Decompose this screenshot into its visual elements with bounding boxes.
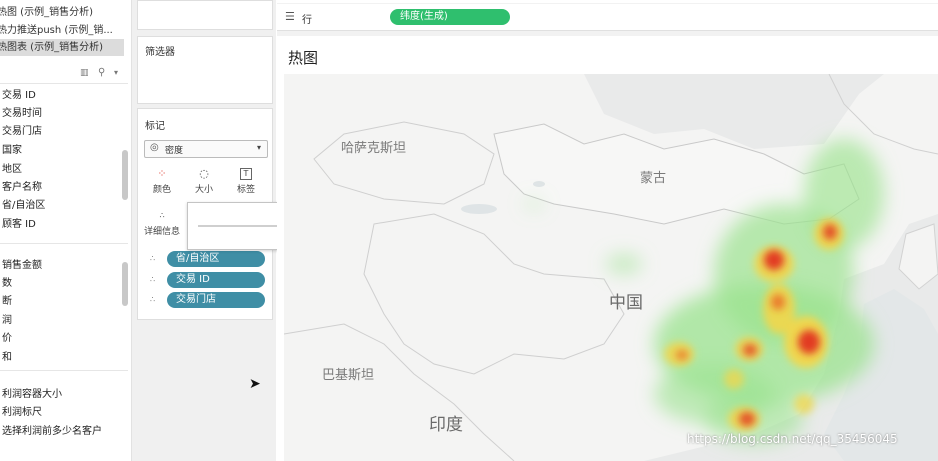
marks-pill-province[interactable]: 省/自治区 xyxy=(167,251,265,267)
heat-map[interactable]: 哈萨克斯坦 蒙古 中国 巴基斯坦 印度 xyxy=(284,74,938,461)
columns-shelf-edge xyxy=(277,0,938,3)
search-icon[interactable]: ⚲ xyxy=(98,67,105,78)
chevron-down-icon: ▾ xyxy=(257,143,262,152)
cursor-icon: ➤ xyxy=(249,376,261,392)
sheet-title: 热图 xyxy=(288,49,319,67)
parameter-field[interactable]: 利润容器大小 xyxy=(2,386,62,404)
dimension-field[interactable]: 顾客 ID xyxy=(2,216,36,234)
divider xyxy=(0,83,128,84)
color-button[interactable]: ⁘ 颜色 xyxy=(144,163,180,197)
dimension-field[interactable]: 交易门店 xyxy=(2,123,42,141)
divider xyxy=(0,243,128,244)
datasource-item[interactable]: 热力推送push (示例_销... xyxy=(0,22,124,39)
rows-pill-latitude[interactable]: 纬度(生成) xyxy=(390,9,510,25)
pages-card xyxy=(137,0,273,30)
measure-field[interactable]: 价 xyxy=(2,330,12,348)
parameter-field[interactable]: 利润标尺 xyxy=(2,404,42,422)
filters-title: 筛选器 xyxy=(145,47,175,58)
parameter-field[interactable]: 选择利润前多少名客户 xyxy=(2,423,102,441)
measure-field[interactable]: 数 xyxy=(2,275,12,293)
detail-icon: ∴ xyxy=(150,275,156,284)
measures-scrollbar[interactable] xyxy=(122,262,128,306)
mark-type-label: 密度 xyxy=(165,146,184,156)
data-pane: 热图 (示例_销售分析) 热力推送push (示例_销... 热图表 (示例_销… xyxy=(0,0,132,461)
rows-label: 行 xyxy=(302,15,312,26)
dimension-field[interactable]: 省/自治区 xyxy=(2,197,45,215)
size-button[interactable]: ◌ 大小 xyxy=(186,163,222,197)
measure-field[interactable]: 断 xyxy=(2,293,12,311)
rows-icon: ☰ xyxy=(285,10,295,23)
dimension-field[interactable]: 地区 xyxy=(2,161,22,179)
detail-icon: ∴ xyxy=(150,254,156,263)
view-toggle-icon[interactable]: ▥ xyxy=(80,68,89,78)
datasource-label: 热图 (示例_销售分析) xyxy=(0,7,93,18)
color-icon: ⁘ xyxy=(157,167,167,180)
mark-type-dropdown[interactable]: ◎ 密度 ▾ xyxy=(144,140,268,158)
map-label-india: 印度 xyxy=(429,415,463,434)
detail-icon: ∴ xyxy=(159,211,165,220)
datasource-label: 热力推送push (示例_销... xyxy=(0,25,113,36)
size-button-label: 大小 xyxy=(194,185,213,195)
rows-shelf[interactable]: ☰ 行 纬度(生成) xyxy=(277,4,938,31)
map-label-pakistan: 巴基斯坦 xyxy=(322,367,374,382)
lake xyxy=(461,204,497,214)
label-button-label: 标签 xyxy=(236,185,255,195)
marks-pill-store[interactable]: 交易门店 xyxy=(167,292,265,308)
size-icon: ◌ xyxy=(199,167,209,180)
lake xyxy=(533,181,545,187)
dimension-field[interactable]: 交易 ID xyxy=(2,87,36,105)
divider xyxy=(0,370,128,371)
dimension-field[interactable]: 客户名称 xyxy=(2,179,42,197)
map-label-china: 中国 xyxy=(609,293,643,312)
chevron-down-icon[interactable]: ▾ xyxy=(114,68,118,77)
density-icon: ◎ xyxy=(150,142,159,153)
label-button[interactable]: T 标签 xyxy=(228,163,264,197)
datasource-label: 热图表 (示例_销售分析) xyxy=(0,42,103,53)
watermark: https://blog.csdn.net/qq_35456045 xyxy=(687,432,898,446)
detail-icon: ∴ xyxy=(150,295,156,304)
measure-field[interactable]: 润 xyxy=(2,312,12,330)
color-button-label: 颜色 xyxy=(152,185,171,195)
dimensions-scrollbar[interactable] xyxy=(122,150,128,200)
datasource-item[interactable]: 热图 (示例_销售分析) xyxy=(0,4,124,21)
measure-field[interactable]: 和 xyxy=(2,349,12,367)
marks-title: 标记 xyxy=(145,121,165,132)
measure-field[interactable]: 销售金额 xyxy=(2,257,42,275)
detail-button[interactable]: ∴ 详细信息 xyxy=(144,205,180,239)
label-icon: T xyxy=(240,168,252,180)
detail-button-label: 详细信息 xyxy=(144,227,181,237)
map-label-kazakhstan: 哈萨克斯坦 xyxy=(341,140,406,155)
marks-pill-transaction-id[interactable]: 交易 ID xyxy=(167,272,265,288)
dimension-field[interactable]: 交易时间 xyxy=(2,105,42,123)
datasource-item-selected[interactable]: 热图表 (示例_销售分析) xyxy=(0,39,124,56)
dimension-field[interactable]: 国家 xyxy=(2,142,22,160)
map-label-mongolia: 蒙古 xyxy=(640,170,666,185)
filters-card[interactable]: 筛选器 xyxy=(137,36,273,104)
